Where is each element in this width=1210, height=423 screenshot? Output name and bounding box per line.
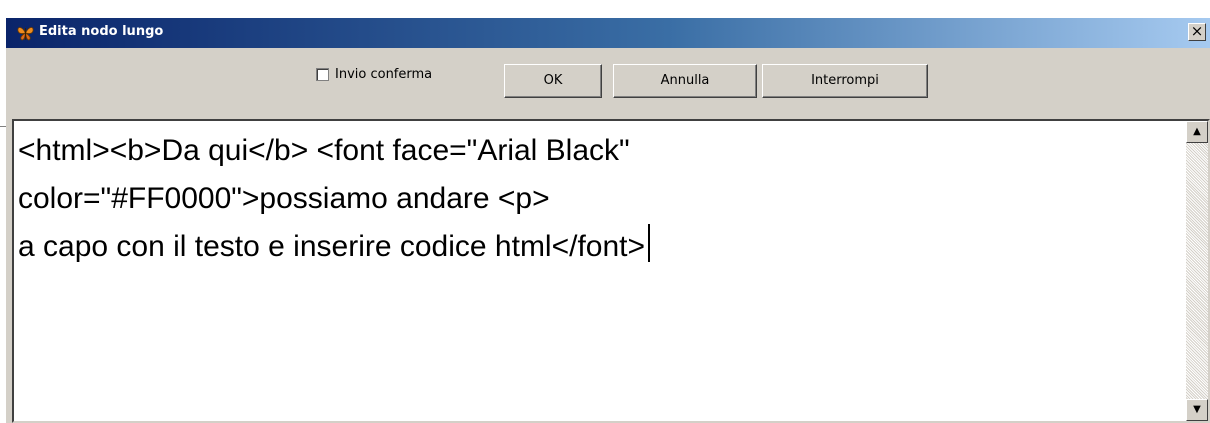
close-icon: × [1190, 22, 1204, 40]
cancel-button[interactable]: Annulla [613, 64, 757, 98]
title-bar[interactable]: Edita nodo lungo × [6, 18, 1210, 48]
scroll-up-button[interactable]: ▲ [1186, 121, 1208, 143]
ok-button[interactable]: OK [504, 64, 602, 98]
editor-line-1: <html><b>Da qui</b> <font face="Arial Bl… [18, 134, 630, 167]
scroll-down-arrow-icon: ▼ [1193, 404, 1201, 415]
editor-line-3: a capo con il testo e inserire codice ht… [18, 223, 1178, 271]
text-caret [648, 224, 651, 262]
editor-text[interactable]: <html><b>Da qui</b> <font face="Arial Bl… [18, 127, 1178, 271]
vertical-scrollbar[interactable]: ▲ ▼ [1186, 121, 1208, 421]
close-button[interactable]: × [1188, 23, 1206, 41]
scroll-up-arrow-icon: ▲ [1193, 126, 1201, 137]
confirm-checkbox-group[interactable]: Invio conferma [316, 62, 432, 86]
send-confirm-checkbox[interactable] [316, 67, 329, 81]
interrupt-button[interactable]: Interrompi [762, 64, 928, 98]
editor-line-3-text: a capo con il testo e inserire codice ht… [18, 230, 646, 263]
scroll-down-button[interactable]: ▼ [1186, 399, 1208, 421]
html-text-editor[interactable]: <html><b>Da qui</b> <font face="Arial Bl… [12, 119, 1210, 423]
edit-node-dialog: Edita nodo lungo × Invio conferma OK Ann… [6, 18, 1210, 423]
editor-line-2: color="#FF0000">possiamo andare <p> [18, 182, 550, 215]
butterfly-icon [17, 27, 34, 41]
dialog-toolbar: Invio conferma OK Annulla Interrompi [6, 49, 1210, 119]
send-confirm-label[interactable]: Invio conferma [335, 67, 432, 82]
window-title: Edita nodo lungo [39, 24, 164, 39]
